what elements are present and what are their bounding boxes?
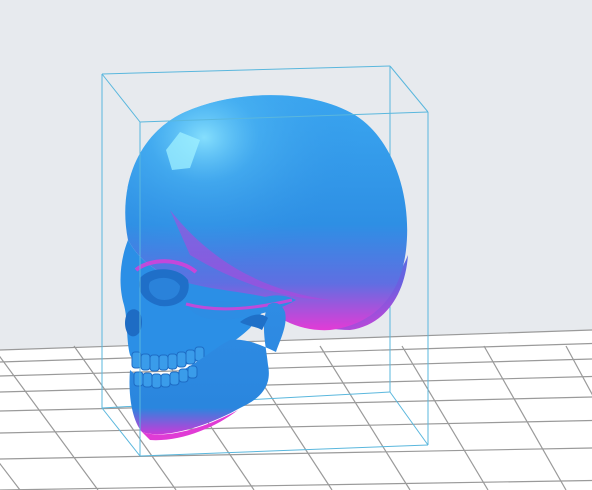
3d-viewport[interactable] — [0, 0, 592, 490]
build-plate — [0, 330, 592, 490]
scene-canvas[interactable] — [0, 0, 592, 490]
